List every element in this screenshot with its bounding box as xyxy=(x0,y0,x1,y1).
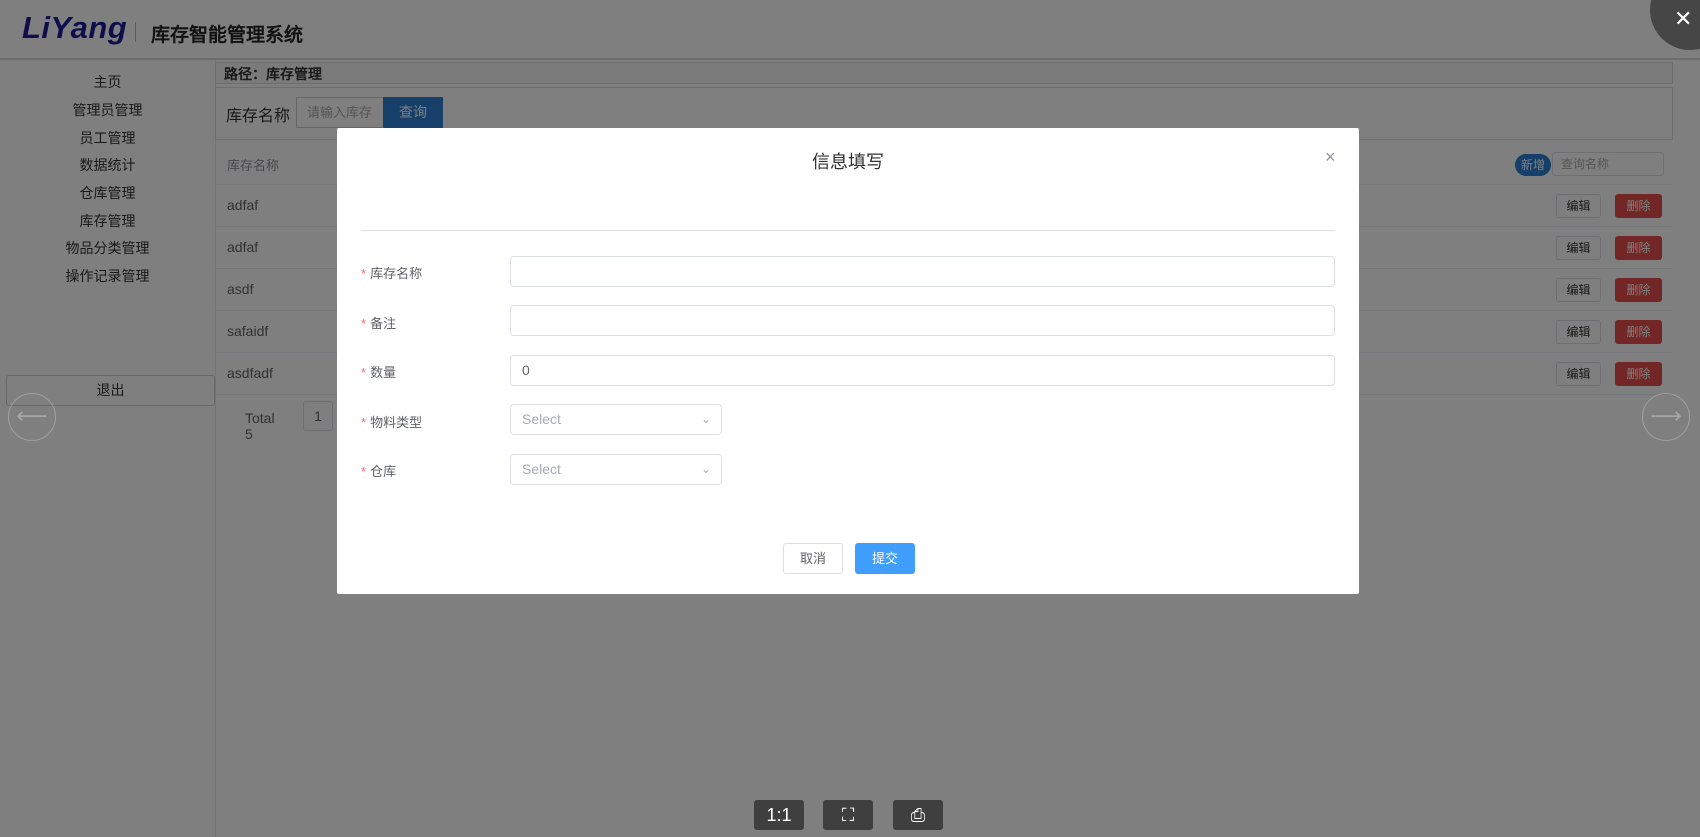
label-text: 备注 xyxy=(370,316,397,331)
submit-button[interactable]: 提交 xyxy=(855,543,915,574)
material-type-select[interactable]: Select ⌄ xyxy=(510,404,722,435)
info-dialog: 信息填写 × * 库存名称 * 备注 * 数量 0 * 物料类型 Select ⌄ * 仓… xyxy=(337,128,1359,594)
label-text: 数量 xyxy=(370,365,397,380)
remark-input[interactable] xyxy=(510,305,1335,336)
required-mark: * xyxy=(361,316,367,331)
label-text: 物料类型 xyxy=(370,415,423,430)
close-icon: ✕ xyxy=(1674,6,1693,31)
actual-size-button[interactable]: 1:1 xyxy=(754,800,804,830)
dialog-divider xyxy=(361,230,1335,231)
close-icon[interactable]: × xyxy=(1325,147,1336,168)
quantity-input[interactable]: 0 xyxy=(510,355,1335,386)
required-mark: * xyxy=(361,365,367,380)
select-placeholder: Select xyxy=(522,411,561,427)
chevron-down-icon: ⌄ xyxy=(700,412,711,426)
screenshot-icon[interactable]: ⎙ xyxy=(893,800,943,830)
chevron-down-icon: ⌄ xyxy=(700,462,711,476)
required-mark: * xyxy=(361,464,367,479)
label-text: 库存名称 xyxy=(370,266,423,281)
label-quantity: * 数量 xyxy=(361,362,396,381)
next-arrow-icon[interactable]: ⟶ xyxy=(1642,393,1690,441)
label-warehouse: * 仓库 xyxy=(361,461,396,480)
label-remark: * 备注 xyxy=(361,313,396,332)
dialog-title: 信息填写 xyxy=(812,152,884,172)
required-mark: * xyxy=(361,266,367,281)
warehouse-select[interactable]: Select ⌄ xyxy=(510,454,722,485)
inventory-name-input[interactable] xyxy=(510,256,1335,287)
fit-screen-icon[interactable]: ⛶ xyxy=(823,800,873,830)
required-mark: * xyxy=(361,415,367,430)
label-text: 仓库 xyxy=(370,464,397,479)
cancel-button[interactable]: 取消 xyxy=(783,543,843,574)
label-inventory-name: * 库存名称 xyxy=(361,263,422,282)
prev-arrow-icon[interactable]: ⟵ xyxy=(8,393,56,441)
label-material-type: * 物料类型 xyxy=(361,412,422,431)
select-placeholder: Select xyxy=(522,461,561,477)
